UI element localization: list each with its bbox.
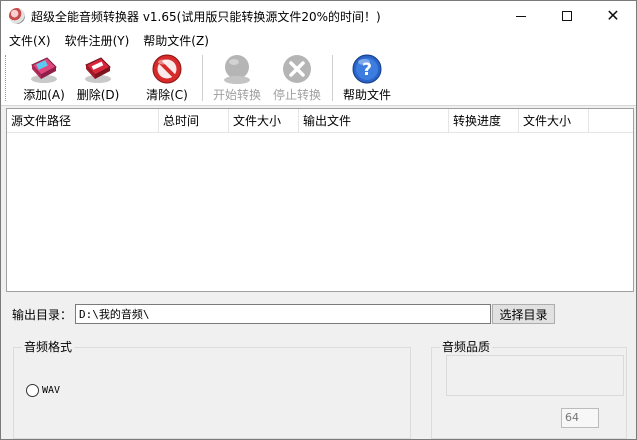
app-window: 超级全能音频转换器 v1.65(试用版只能转换源文件20%的时间！) ✕ 文件(…	[0, 0, 637, 440]
file-list-header: 源文件路径 总时间 文件大小 输出文件 转换进度 文件大小	[7, 109, 633, 133]
toolbar-grip[interactable]	[5, 55, 8, 101]
column-output-size[interactable]: 文件大小	[519, 109, 589, 133]
delete-file-icon	[80, 53, 116, 85]
toolbar-separator	[202, 55, 203, 101]
svg-text:?: ?	[362, 60, 372, 80]
menu-help[interactable]: 帮助文件(Z)	[136, 31, 216, 51]
window-title: 超级全能音频转换器 v1.65(试用版只能转换源文件20%的时间！)	[31, 10, 381, 24]
audio-format-title: 音频格式	[22, 340, 75, 355]
column-output-file[interactable]: 输出文件	[299, 109, 449, 133]
wav-radio-option[interactable]: WAV	[26, 384, 60, 397]
help-icon: ?	[349, 53, 385, 85]
audio-format-group: 音频格式 WAV	[13, 340, 411, 439]
clear-icon	[149, 53, 185, 85]
column-file-size[interactable]: 文件大小	[229, 109, 299, 133]
title-bar[interactable]: 超级全能音频转换器 v1.65(试用版只能转换源文件20%的时间！) ✕	[1, 1, 636, 31]
maximize-icon	[562, 11, 572, 21]
stop-convert-label: 停止转换	[272, 88, 321, 102]
minimize-button[interactable]	[498, 1, 544, 31]
output-dir-label: 输出目录：	[12, 308, 73, 322]
clear-button-label: 清除(C)	[146, 88, 188, 102]
help-button[interactable]: ? 帮助文件	[336, 53, 398, 105]
start-convert-label: 开始转换	[212, 88, 261, 102]
delete-button-label: 删除(D)	[76, 88, 120, 102]
add-button-label: 添加(A)	[23, 88, 65, 102]
audio-quality-title: 音频品质	[440, 340, 493, 355]
file-list[interactable]: 源文件路径 总时间 文件大小 输出文件 转换进度 文件大小	[6, 108, 634, 292]
maximize-button[interactable]	[544, 1, 590, 31]
add-file-icon	[26, 53, 62, 85]
wav-radio[interactable]	[26, 384, 39, 397]
audio-quality-group: 音频品质 64	[431, 340, 627, 439]
menu-register[interactable]: 软件注册(Y)	[58, 31, 137, 51]
stop-convert-button[interactable]: 停止转换	[266, 53, 328, 105]
menu-file[interactable]: 文件(X)	[1, 31, 58, 51]
wav-radio-label: WAV	[42, 385, 61, 396]
toolbar: 添加(A) 删除(D) 清除(C) 开始转换 停止转换 ? 帮助文件	[1, 51, 636, 106]
delete-button[interactable]: 删除(D)	[67, 53, 129, 105]
start-convert-button[interactable]: 开始转换	[206, 53, 268, 105]
choose-dir-button[interactable]: 选择目录	[492, 304, 555, 324]
column-total-time[interactable]: 总时间	[159, 109, 229, 133]
start-convert-icon	[219, 53, 255, 85]
audio-disc-icon	[9, 8, 25, 24]
output-dir-input[interactable]	[75, 304, 491, 324]
help-button-label: 帮助文件	[342, 88, 391, 102]
close-icon: ✕	[606, 6, 620, 25]
toolbar-separator	[332, 55, 333, 101]
quality-slider-area[interactable]	[446, 355, 624, 396]
menu-bar: 文件(X) 软件注册(Y) 帮助文件(Z)	[1, 31, 636, 51]
column-progress[interactable]: 转换进度	[449, 109, 519, 133]
close-button[interactable]: ✕	[590, 1, 636, 31]
clear-button[interactable]: 清除(C)	[136, 53, 198, 105]
stop-convert-icon	[279, 53, 315, 85]
add-button[interactable]: 添加(A)	[13, 53, 75, 105]
quality-value-field[interactable]: 64	[561, 408, 599, 428]
minimize-icon	[516, 15, 526, 17]
column-source-path[interactable]: 源文件路径	[7, 109, 159, 133]
